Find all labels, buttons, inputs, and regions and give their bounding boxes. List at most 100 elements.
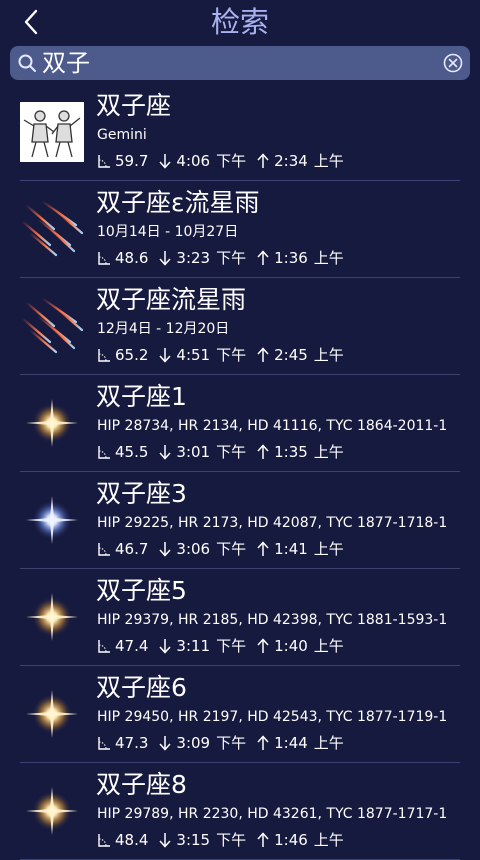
set-time: 3:11 [176,637,211,655]
rise-period: 上午 [313,734,344,752]
results-list: 双子座 Gemini 59.7 4:06 下午 2:34 上午 双子座ε流星雨 [0,84,480,860]
star-blue-thumbnail [20,490,84,550]
result-meta: 59.7 4:06 下午 2:34 上午 [97,150,344,172]
set-time: 3:23 [176,249,211,267]
result-item[interactable]: 双子座ε流星雨 10月14日 - 10月27日 48.6 3:23 下午 1:3… [20,181,460,278]
result-name: 双子座1 [96,382,187,411]
search-icon [18,54,36,72]
clear-search-button[interactable] [443,53,463,73]
arrow-up-icon [257,250,269,265]
arrow-up-icon [257,541,269,556]
result-subtitle: HIP 29450, HR 2197, HD 42543, TYC 1877-1… [97,709,448,725]
result-meta: 65.2 4:51 下午 2:45 上午 [97,344,344,366]
rise-time: 1:36 [274,249,308,267]
result-name: 双子座8 [96,770,187,799]
set-period: 下午 [216,346,247,364]
set-period: 下午 [216,734,247,752]
result-item[interactable]: 双子座6 HIP 29450, HR 2197, HD 42543, TYC 1… [20,666,460,763]
result-subtitle: Gemini [97,127,147,143]
set-time: 3:06 [176,540,211,558]
set-period: 下午 [216,540,247,558]
result-subtitle: HIP 29379, HR 2185, HD 42398, TYC 1881-1… [97,612,448,628]
arrow-up-icon [257,638,269,653]
altitude-angle-icon [98,349,110,362]
meteor-shower-thumbnail [20,296,84,356]
arrow-down-icon [159,639,171,654]
result-name: 双子座流星雨 [96,285,247,314]
result-item[interactable]: 双子座5 HIP 29379, HR 2185, HD 42398, TYC 1… [20,569,460,666]
rise-time: 1:44 [274,734,308,752]
altitude-value: 47.4 [115,637,149,655]
set-time: 4:51 [176,346,211,364]
altitude-angle-icon [98,640,110,653]
result-meta: 48.6 3:23 下午 1:36 上午 [97,247,344,269]
rise-period: 上午 [313,637,344,655]
result-subtitle: HIP 29789, HR 2230, HD 43261, TYC 1877-1… [97,806,448,822]
arrow-down-icon [159,154,171,169]
result-item[interactable]: 双子座流星雨 12月4日 - 12月20日 65.2 4:51 下午 2:45 … [20,278,460,375]
result-meta: 48.4 3:15 下午 1:46 上午 [97,829,344,851]
set-period: 下午 [216,831,247,849]
set-period: 下午 [216,152,247,170]
result-item[interactable]: 双子座8 HIP 29789, HR 2230, HD 43261, TYC 1… [20,763,460,860]
rise-period: 上午 [313,443,344,461]
search-input[interactable] [42,46,432,80]
altitude-angle-icon [98,446,110,459]
set-time: 3:09 [176,734,211,752]
clear-circle-icon [443,53,463,73]
set-period: 下午 [216,637,247,655]
altitude-value: 65.2 [115,346,149,364]
rise-time: 1:40 [274,637,308,655]
altitude-value: 45.5 [115,443,149,461]
star-gold-thumbnail [20,587,84,647]
altitude-angle-icon [98,155,110,168]
result-subtitle: HIP 28734, HR 2134, HD 41116, TYC 1864-2… [97,418,448,434]
star-gold-thumbnail [20,393,84,453]
rise-period: 上午 [313,249,344,267]
altitude-angle-icon [98,543,110,556]
arrow-up-icon [257,832,269,847]
set-period: 下午 [216,249,247,267]
altitude-value: 47.3 [115,734,149,752]
result-meta: 47.3 3:09 下午 1:44 上午 [97,732,344,754]
result-name: 双子座 [96,91,172,120]
altitude-value: 46.7 [115,540,149,558]
result-item[interactable]: 双子座 Gemini 59.7 4:06 下午 2:34 上午 [20,84,460,181]
arrow-up-icon [257,444,269,459]
altitude-angle-icon [98,737,110,750]
result-name: 双子座3 [96,479,187,508]
rise-period: 上午 [313,831,344,849]
altitude-angle-icon [98,252,110,265]
rise-time: 2:45 [274,346,308,364]
set-time: 3:15 [176,831,211,849]
result-subtitle: HIP 29225, HR 2173, HD 42087, TYC 1877-1… [97,515,448,531]
search-bar[interactable] [10,46,470,80]
altitude-value: 59.7 [115,152,149,170]
meteor-shower-thumbnail [20,199,84,259]
rise-time: 1:46 [274,831,308,849]
rise-period: 上午 [313,152,344,170]
altitude-value: 48.6 [115,249,149,267]
header: 检索 [0,0,480,44]
rise-period: 上午 [313,346,344,364]
result-subtitle: 10月14日 - 10月27日 [97,224,239,240]
result-item[interactable]: 双子座1 HIP 28734, HR 2134, HD 41116, TYC 1… [20,375,460,472]
result-name: 双子座5 [96,576,187,605]
constellation-gemini-thumbnail [20,102,84,162]
arrow-down-icon [159,736,171,751]
rise-period: 上午 [313,540,344,558]
arrow-down-icon [159,445,171,460]
result-name: 双子座ε流星雨 [96,188,260,217]
star-gold-thumbnail [20,781,84,841]
arrow-down-icon [159,251,171,266]
altitude-value: 48.4 [115,831,149,849]
arrow-up-icon [257,735,269,750]
result-item[interactable]: 双子座3 HIP 29225, HR 2173, HD 42087, TYC 1… [20,472,460,569]
rise-time: 2:34 [274,152,308,170]
rise-time: 1:35 [274,443,308,461]
result-name: 双子座6 [96,673,187,702]
arrow-down-icon [159,348,171,363]
star-gold-thumbnail [20,684,84,744]
arrow-down-icon [159,542,171,557]
result-meta: 46.7 3:06 下午 1:41 上午 [97,538,344,560]
